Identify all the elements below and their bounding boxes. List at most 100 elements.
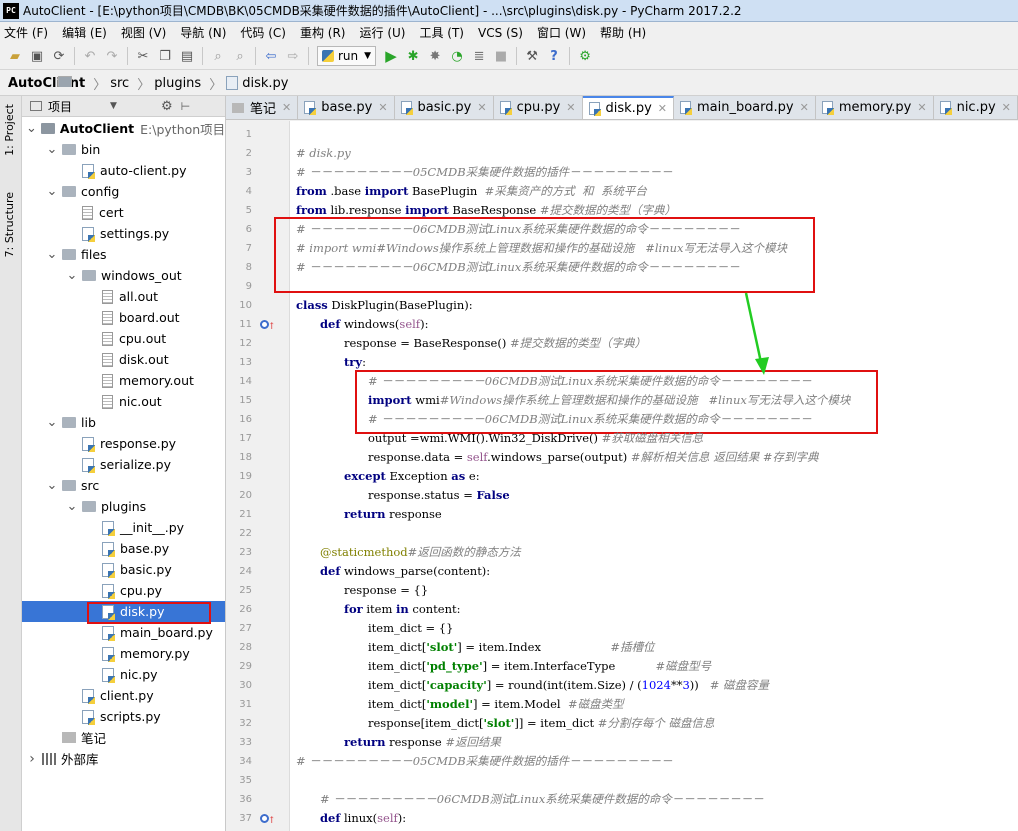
breadcrumb-item-plugins[interactable]: plugins	[58, 76, 201, 91]
back-icon[interactable]: ⇦	[260, 45, 282, 67]
close-tab-icon[interactable]: ✕	[566, 101, 575, 114]
replace-icon[interactable]: ⌕	[229, 45, 251, 67]
tree-item[interactable]: › 外部库	[22, 748, 225, 769]
cut-icon[interactable]: ✂	[132, 45, 154, 67]
expand-arrow-icon[interactable]: ⌄	[26, 122, 37, 135]
close-tab-icon[interactable]: ✕	[800, 101, 809, 114]
menu-refactor[interactable]: 重构 (R)	[300, 24, 346, 41]
chevron-down-icon[interactable]: ▼	[110, 101, 117, 111]
tree-item[interactable]: ⌄ plugins	[22, 496, 225, 517]
menu-code[interactable]: 代码 (C)	[240, 24, 286, 41]
run-config-select[interactable]: run ▼	[317, 46, 377, 66]
tree-item[interactable]: 笔记	[22, 727, 225, 748]
tree-item[interactable]: auto-client.py	[22, 160, 225, 181]
breadcrumb-item-project[interactable]: AutoClient	[8, 76, 85, 91]
sync-icon[interactable]: ⟳	[48, 45, 70, 67]
tree-item[interactable]: main_board.py	[22, 622, 225, 643]
concurrency-icon[interactable]: ≣	[468, 45, 490, 67]
close-tab-icon[interactable]: ✕	[477, 101, 486, 114]
menu-tools[interactable]: 工具 (T)	[419, 24, 464, 41]
menu-view[interactable]: 视图 (V)	[121, 24, 166, 41]
close-tab-icon[interactable]: ✕	[1002, 101, 1011, 114]
close-tab-icon[interactable]: ✕	[917, 101, 926, 114]
override-marker-icon[interactable]: ↑	[260, 320, 276, 332]
stop-icon[interactable]: ■	[490, 45, 512, 67]
debug-icon[interactable]: ✱	[402, 45, 424, 67]
tree-item[interactable]: cpu.py	[22, 580, 225, 601]
close-tab-icon[interactable]: ✕	[658, 102, 667, 115]
redo-icon[interactable]: ↷	[101, 45, 123, 67]
tree-item[interactable]: nic.out	[22, 391, 225, 412]
editor-tab[interactable]: main_board.py ✕	[673, 96, 816, 119]
hide-panel-icon[interactable]: ⊢	[181, 100, 191, 113]
tree-item[interactable]: client.py	[22, 685, 225, 706]
close-tab-icon[interactable]: ✕	[282, 101, 291, 114]
tree-item[interactable]: memory.out	[22, 370, 225, 391]
tree-item[interactable]: memory.py	[22, 643, 225, 664]
menu-file[interactable]: 文件 (F)	[4, 24, 48, 41]
tree-item[interactable]: base.py	[22, 538, 225, 559]
editor-tab[interactable]: base.py ✕	[298, 96, 395, 119]
tree-item[interactable]: settings.py	[22, 223, 225, 244]
menu-edit[interactable]: 编辑 (E)	[62, 24, 107, 41]
menu-run[interactable]: 运行 (U)	[360, 24, 406, 41]
tree-item[interactable]: ⌄ lib	[22, 412, 225, 433]
tree-item[interactable]: basic.py	[22, 559, 225, 580]
tree-item[interactable]: response.py	[22, 433, 225, 454]
python-console-icon[interactable]: ⚙	[574, 45, 596, 67]
expand-arrow-icon[interactable]: ⌄	[66, 269, 78, 282]
override-marker-icon[interactable]: ↑	[260, 814, 276, 826]
close-tab-icon[interactable]: ✕	[378, 101, 387, 114]
tree-item[interactable]: serialize.py	[22, 454, 225, 475]
paste-icon[interactable]: ▤	[176, 45, 198, 67]
expand-arrow-icon[interactable]: ⌄	[66, 500, 78, 513]
tree-item[interactable]: nic.py	[22, 664, 225, 685]
open-folder-icon[interactable]: ▰	[4, 45, 26, 67]
menu-navigate[interactable]: 导航 (N)	[180, 24, 226, 41]
tree-item[interactable]: cpu.out	[22, 328, 225, 349]
tree-item[interactable]: ⌄ bin	[22, 139, 225, 160]
tree-item[interactable]: cert	[22, 202, 225, 223]
run-icon[interactable]: ▶	[380, 45, 402, 67]
save-all-icon[interactable]: ▣	[26, 45, 48, 67]
structure-tool-tab[interactable]: 7: Structure	[3, 192, 16, 257]
profile-icon[interactable]: ◔	[446, 45, 468, 67]
editor-tab[interactable]: basic.py ✕	[394, 96, 494, 119]
expand-arrow-icon[interactable]: ⌄	[46, 416, 58, 429]
find-icon[interactable]: ⌕	[207, 45, 229, 67]
tree-item[interactable]: ⌄ config	[22, 181, 225, 202]
collapse-arrow-icon[interactable]: ›	[26, 751, 38, 767]
editor-tab[interactable]: memory.py ✕	[815, 96, 934, 119]
menu-vcs[interactable]: VCS (S)	[478, 26, 523, 40]
settings-wrench-icon[interactable]: ⚒	[521, 45, 543, 67]
run-with-coverage-icon[interactable]: ✸	[424, 45, 446, 67]
tree-item[interactable]: disk.out	[22, 349, 225, 370]
copy-icon[interactable]: ❐	[154, 45, 176, 67]
editor-tab[interactable]: 笔记 ✕	[226, 96, 299, 119]
expand-arrow-icon[interactable]: ⌄	[46, 143, 58, 156]
help-icon[interactable]: ?	[543, 45, 565, 67]
expand-arrow-icon[interactable]: ⌄	[46, 248, 58, 261]
tree-item[interactable]: ⌄ src	[22, 475, 225, 496]
breadcrumb-item-src[interactable]: src	[58, 76, 129, 91]
editor-tab[interactable]: disk.py ✕	[582, 96, 674, 119]
tree-item[interactable]: scripts.py	[22, 706, 225, 727]
project-tool-tab[interactable]: 1: Project	[3, 104, 16, 156]
code-editor[interactable]: 1 2 # disk.py 3 # －－－－－－－－－05CMDB采集硬件数据的插件－－…	[226, 121, 1018, 831]
menu-window[interactable]: 窗口 (W)	[537, 24, 586, 41]
menu-help[interactable]: 帮助 (H)	[600, 24, 646, 41]
expand-arrow-icon[interactable]: ⌄	[46, 185, 58, 198]
expand-arrow-icon[interactable]: ⌄	[46, 479, 58, 492]
tree-item[interactable]: __init__.py	[22, 517, 225, 538]
project-panel-title[interactable]: 项目	[48, 98, 72, 115]
forward-icon[interactable]: ⇨	[282, 45, 304, 67]
tree-item[interactable]: ⌄ files	[22, 244, 225, 265]
tree-item[interactable]: ⌄ AutoClient E:\python项目\C	[22, 118, 225, 139]
editor-tab[interactable]: nic.py ✕	[933, 96, 1018, 119]
tree-item[interactable]: ⌄ windows_out	[22, 265, 225, 286]
tree-item[interactable]: board.out	[22, 307, 225, 328]
gear-icon[interactable]: ⚙	[161, 99, 173, 114]
breadcrumb-item-file[interactable]: disk.py	[226, 76, 288, 91]
undo-icon[interactable]: ↶	[79, 45, 101, 67]
editor-tab[interactable]: cpu.py ✕	[493, 96, 583, 119]
